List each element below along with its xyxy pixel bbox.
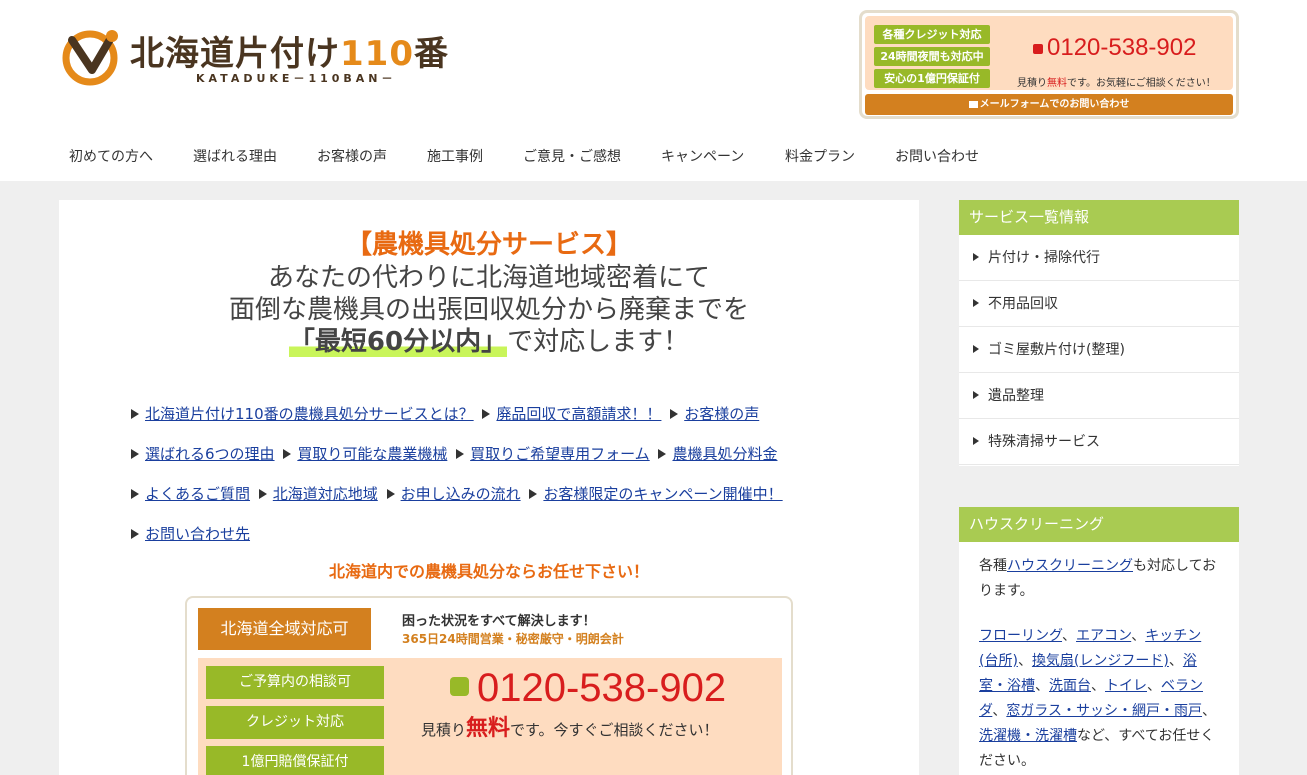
phone-icon: [1033, 43, 1043, 54]
guarantee-badge: 安心の1億円保証付: [874, 69, 990, 88]
triangle-icon: [973, 437, 979, 445]
nav-first-time[interactable]: 初めての方へ: [69, 146, 153, 166]
tagline: 北海道内での農機具処分ならお任せ下さい！: [328, 562, 649, 581]
triangle-icon: [456, 449, 465, 459]
triangle-icon: [658, 449, 667, 459]
main-estimate-note: 見積り無料です。今すぐご相談ください！: [421, 716, 719, 741]
hero-line-3: 「最短60分以内」で対応します！: [288, 327, 690, 357]
triangle-icon: [973, 391, 979, 399]
triangle-icon: [283, 449, 292, 459]
logo-title: 北海道片付け110番: [130, 34, 449, 74]
house-cleaning-body: 各種ハウスクリーニングも対応しております。 フローリング、エアコン、キッチン(台…: [959, 542, 1239, 774]
main-phone-link[interactable]: 0120-538-902: [450, 666, 726, 711]
link-range-hood[interactable]: 換気扇(レンジフード): [1032, 653, 1169, 669]
link-faq[interactable]: よくあるご質問: [145, 485, 250, 503]
main-content: 【農機具処分サービス】 あなたの代わりに北海道地域密着にて 面倒な農機具の出張回…: [59, 200, 919, 775]
hero-line-2: 面倒な農機具の出張回収処分から廃棄までを: [228, 295, 749, 325]
link-row: よくあるご質問 北海道対応地域 お申し込みの流れ お客様限定のキャンペーン開催中…: [131, 483, 783, 504]
house-cleaning-list: フローリング、エアコン、キッチン(台所)、換気扇(レンジフード)、浴室・浴槽、洗…: [979, 628, 1217, 769]
nav-contact[interactable]: お問い合わせ: [895, 146, 979, 166]
link-voices[interactable]: お客様の声: [684, 405, 759, 423]
header-contact-inner: 各種クレジット対応 24時間夜間も対応中 安心の1億円保証付 0120-538-…: [865, 16, 1233, 90]
link-contact[interactable]: お問い合わせ先: [145, 525, 250, 543]
mail-icon: [968, 100, 978, 108]
contact-box-subheading: 365日24時間営業・秘密厳守・明朗会計: [402, 632, 624, 646]
night-badge: 24時間夜間も対応中: [874, 47, 990, 66]
sidebar-house-cleaning: ハウスクリーニング 各種ハウスクリーニングも対応しております。 フローリング、エ…: [959, 507, 1239, 775]
contact-box-inner: ご予算内の相談可 クレジット対応 1億円賠償保証付 0120-538-902 見…: [198, 658, 782, 775]
link-buyable-machines[interactable]: 買取り可能な農業機械: [297, 445, 447, 463]
triangle-icon: [131, 449, 139, 459]
nav-cases[interactable]: 施工事例: [427, 146, 483, 166]
hero-line-1: あなたの代わりに北海道地域密着にて: [267, 263, 710, 293]
region-badge: 北海道全域対応可: [198, 608, 371, 650]
services-heading: サービス一覧情報: [959, 200, 1239, 235]
link-pricing[interactable]: 農機具処分料金: [672, 445, 777, 463]
nav-feedback[interactable]: ご意見・ご感想: [523, 146, 621, 166]
triangle-icon: [386, 489, 395, 499]
link-area[interactable]: 北海道対応地域: [273, 485, 378, 503]
nav-pricing[interactable]: 料金プラン: [785, 146, 855, 166]
site-header: 北海道片付け110番 KATADUKE－110BAN－ 各種クレジット対応 24…: [0, 0, 1307, 181]
triangle-icon: [670, 409, 679, 419]
logo-subtitle: KATADUKE－110BAN－: [196, 72, 397, 85]
link-row: 北海道片付け110番の農機具処分サービスとは？ 廃品回収で高額請求！！ お客様の…: [131, 403, 759, 424]
triangle-icon: [131, 409, 139, 419]
link-house-cleaning[interactable]: ハウスクリーニング: [1007, 558, 1133, 574]
sidebar-item-cleaning-agency[interactable]: 片付け・掃除代行: [959, 235, 1239, 281]
credit-badge: 各種クレジット対応: [874, 25, 990, 44]
link-campaign[interactable]: お客様限定のキャンペーン開催中！: [543, 485, 782, 503]
hero-emphasis: 「最短60分以内」: [288, 327, 508, 357]
contact-box: 北海道全域対応可 困った状況をすべて解決します！ 365日24時間営業・秘密厳守…: [185, 596, 793, 775]
link-washbasin[interactable]: 洗面台: [1049, 678, 1091, 694]
link-buyback-form[interactable]: 買取りご希望専用フォーム: [470, 445, 650, 463]
triangle-icon: [973, 253, 979, 261]
mail-form-button[interactable]: メールフォームでのお問い合わせ: [865, 94, 1233, 115]
sidebar-item-estate-cleanup[interactable]: 遺品整理: [959, 373, 1239, 419]
link-aircon[interactable]: エアコン: [1076, 628, 1131, 644]
triangle-icon: [131, 529, 139, 539]
nav-reasons[interactable]: 選ばれる理由: [193, 146, 277, 166]
credit-badge: クレジット対応: [206, 706, 384, 739]
header-contact-box: 各種クレジット対応 24時間夜間も対応中 安心の1億円保証付 0120-538-…: [859, 10, 1239, 119]
header-estimate-note: 見積り無料です。お気軽にご相談ください！: [1017, 78, 1216, 89]
link-washing-machine[interactable]: 洗濯機・洗濯槽: [979, 728, 1077, 744]
link-about-service[interactable]: 北海道片付け110番の農機具処分サービスとは？: [145, 405, 474, 423]
budget-badge: ご予算内の相談可: [206, 666, 384, 699]
link-flow[interactable]: お申し込みの流れ: [401, 485, 521, 503]
sidebar-services: サービス一覧情報 片付け・掃除代行 不用品回収 ゴミ屋敷片付け(整理) 遺品整理…: [959, 200, 1239, 466]
house-cleaning-heading: ハウスクリーニング: [959, 507, 1239, 542]
nav-campaign[interactable]: キャンペーン: [661, 146, 744, 166]
link-toilet[interactable]: トイレ: [1105, 678, 1147, 694]
contact-box-heading: 困った状況をすべて解決します！: [402, 614, 596, 629]
house-cleaning-intro: 各種ハウスクリーニングも対応しております。: [979, 558, 1217, 599]
sidebar-item-special-cleaning[interactable]: 特殊清掃サービス: [959, 419, 1239, 465]
triangle-icon: [482, 409, 491, 419]
triangle-icon: [973, 345, 979, 353]
hero-section: 【農機具処分サービス】 あなたの代わりに北海道地域密着にて 面倒な農機具の出張回…: [59, 228, 919, 358]
phone-icon: [450, 676, 469, 696]
guarantee-badge: 1億円賠償保証付: [206, 746, 384, 775]
link-windows[interactable]: 窓ガラス・サッシ・網戸・雨戸: [1006, 703, 1202, 719]
site-logo[interactable]: 北海道片付け110番 KATADUKE－110BAN－: [62, 22, 482, 90]
nav-voices[interactable]: お客様の声: [317, 146, 387, 166]
sidebar-item-junk-removal[interactable]: 不用品回収: [959, 281, 1239, 327]
logo-mark-icon: [62, 30, 118, 86]
header-phone-link[interactable]: 0120-538-902: [1033, 34, 1196, 62]
triangle-icon: [529, 489, 538, 499]
sidebar-item-hoarder-house[interactable]: ゴミ屋敷片付け(整理): [959, 327, 1239, 373]
main-nav: 初めての方へ 選ばれる理由 お客様の声 施工事例 ご意見・ご感想 キャンペーン …: [0, 146, 1000, 172]
triangle-icon: [973, 299, 979, 307]
link-overcharge[interactable]: 廃品回収で高額請求！！: [496, 405, 661, 423]
link-row: 選ばれる6つの理由 買取り可能な農業機械 買取りご希望専用フォーム 農機具処分料…: [131, 443, 777, 464]
link-six-reasons[interactable]: 選ばれる6つの理由: [145, 445, 275, 463]
hero-title: 【農機具処分サービス】: [345, 230, 632, 260]
link-flooring[interactable]: フローリング: [979, 628, 1062, 644]
triangle-icon: [258, 489, 267, 499]
triangle-icon: [131, 489, 139, 499]
link-row: お問い合わせ先: [131, 523, 250, 544]
